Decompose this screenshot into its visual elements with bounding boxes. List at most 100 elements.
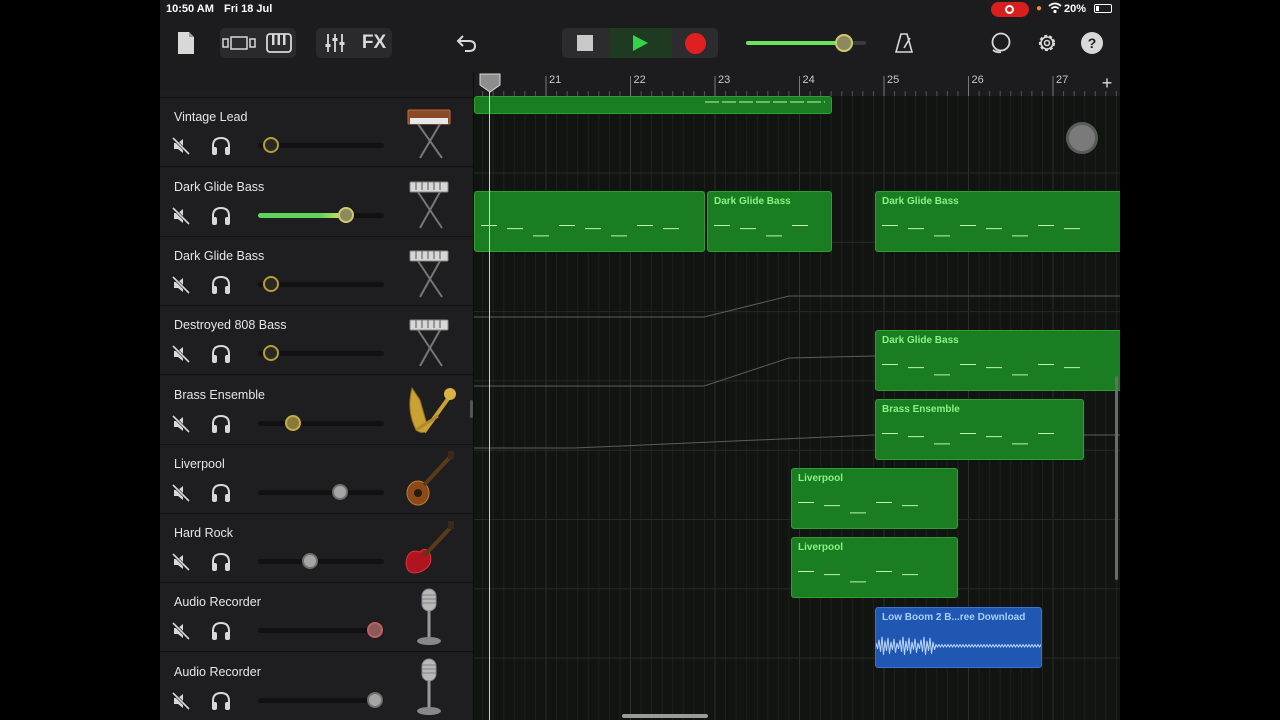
mute-icon[interactable]: [171, 483, 191, 503]
track-name: Brass Ensemble: [174, 387, 266, 402]
headphones-icon[interactable]: [210, 552, 232, 572]
midi-region[interactable]: [474, 96, 832, 114]
volume-knob[interactable]: [285, 414, 302, 431]
track-name: Audio Recorder: [174, 664, 261, 679]
midi-region[interactable]: Liverpool: [791, 537, 958, 598]
ruler-bar-number: 26: [971, 74, 984, 86]
keyboard-icon[interactable]: [264, 30, 294, 56]
automation-line: [474, 295, 1120, 318]
headphones-icon[interactable]: [210, 136, 232, 156]
headphones-icon[interactable]: [210, 275, 232, 295]
keyboard-icon[interactable]: [398, 90, 460, 93]
loop-browser-icon[interactable]: [988, 30, 1014, 56]
floating-scroll-knob[interactable]: [1066, 122, 1098, 154]
keyboard-icon[interactable]: [398, 310, 460, 370]
add-track-button[interactable]: +: [1098, 74, 1116, 92]
mixer-icon[interactable]: [322, 30, 348, 56]
track-volume-slider[interactable]: [258, 553, 384, 570]
track-volume-slider[interactable]: [258, 137, 384, 154]
headphones-icon[interactable]: [210, 691, 232, 711]
tracks-area[interactable]: Dark Glide Bass Dark Glide Bass Dark Glide…: [474, 96, 1120, 720]
volume-knob[interactable]: [301, 553, 318, 570]
volume-knob[interactable]: [331, 483, 348, 500]
undo-icon[interactable]: [454, 30, 480, 56]
headphones-icon[interactable]: [210, 206, 232, 226]
master-volume-fill: [746, 41, 845, 45]
volume-knob[interactable]: [367, 691, 384, 708]
headphones-icon[interactable]: [210, 414, 232, 434]
midi-region[interactable]: Liverpool: [791, 468, 958, 529]
metronome-icon[interactable]: [892, 30, 916, 56]
mute-icon[interactable]: [171, 206, 191, 226]
track-header[interactable]: [160, 90, 474, 98]
settings-icon[interactable]: [1034, 30, 1060, 56]
mute-icon[interactable]: [171, 136, 191, 156]
microphone-icon[interactable]: [398, 657, 460, 717]
volume-knob[interactable]: [367, 622, 384, 639]
track-volume-slider[interactable]: [258, 345, 384, 362]
wifi-icon: [1048, 2, 1062, 17]
keyboard-icon[interactable]: [398, 241, 460, 301]
play-button[interactable]: [610, 28, 672, 58]
toolbar: FX ?: [160, 22, 1120, 66]
stop-icon[interactable]: [576, 34, 594, 52]
header-resize-handle[interactable]: [470, 400, 473, 418]
track-header[interactable]: Dark Glide Bass: [160, 167, 474, 237]
headphones-icon[interactable]: [210, 344, 232, 364]
volume-knob[interactable]: [262, 345, 279, 362]
track-header[interactable]: Destroyed 808 Bass: [160, 306, 474, 376]
midi-region[interactable]: Dark Glide Bass: [875, 191, 1120, 252]
microphone-icon[interactable]: [398, 587, 460, 647]
track-volume-slider[interactable]: [258, 275, 384, 292]
mute-icon[interactable]: [171, 621, 191, 641]
master-volume-knob[interactable]: [835, 34, 854, 52]
tracks-view-icon[interactable]: [222, 30, 256, 56]
midi-notes: [714, 225, 808, 237]
track-name: Audio Recorder: [174, 595, 261, 610]
garageband-app: 10:50 AM Fri 18 Jul ● 20% FX ? 21 22 23 …: [160, 0, 1120, 720]
record-icon[interactable]: [684, 32, 706, 54]
track-header[interactable]: Dark Glide Bass: [160, 236, 474, 306]
track-volume-slider[interactable]: [258, 483, 384, 500]
track-name: Hard Rock: [174, 526, 234, 541]
midi-region[interactable]: Brass Ensemble: [875, 399, 1084, 460]
mute-icon[interactable]: [171, 691, 191, 711]
keyboard-icon[interactable]: [398, 172, 460, 232]
electric-guitar-icon[interactable]: [398, 518, 460, 578]
track-name: Dark Glide Bass: [174, 179, 265, 194]
synth-icon[interactable]: [398, 102, 460, 162]
track-header[interactable]: Hard Rock: [160, 514, 474, 584]
help-icon[interactable]: ?: [1081, 32, 1103, 54]
track-volume-slider[interactable]: [258, 622, 384, 639]
mute-icon[interactable]: [171, 552, 191, 572]
playhead-handle[interactable]: [479, 73, 501, 93]
mute-icon[interactable]: [171, 344, 191, 364]
my-songs-icon[interactable]: [174, 30, 198, 56]
track-headers: Vintage Lead Dark Glide Bass Dark Glide Ba…: [160, 90, 474, 720]
bass-guitar-icon[interactable]: [398, 449, 460, 509]
track-header[interactable]: Audio Recorder: [160, 583, 474, 653]
track-volume-slider[interactable]: [258, 414, 384, 431]
track-header[interactable]: Vintage Lead: [160, 98, 474, 168]
midi-region[interactable]: [474, 191, 705, 252]
brass-icon[interactable]: [398, 380, 460, 440]
track-header[interactable]: Brass Ensemble: [160, 375, 474, 445]
volume-knob[interactable]: [262, 137, 279, 154]
headphones-icon[interactable]: [210, 621, 232, 641]
volume-knob[interactable]: [338, 206, 355, 223]
fx-button[interactable]: FX: [358, 30, 390, 56]
timeline-ruler[interactable]: 21 22 23 24 25 26 27: [474, 72, 1120, 96]
vertical-scrollbar[interactable]: [1115, 376, 1118, 580]
midi-region[interactable]: Dark Glide Bass: [875, 330, 1120, 391]
track-header[interactable]: Audio Recorder: [160, 652, 474, 720]
mute-icon[interactable]: [171, 275, 191, 295]
headphones-icon[interactable]: [210, 483, 232, 503]
track-header[interactable]: Liverpool: [160, 444, 474, 514]
track-volume-slider[interactable]: [258, 206, 384, 223]
track-volume-slider[interactable]: [258, 691, 384, 708]
volume-knob[interactable]: [262, 275, 279, 292]
audio-region[interactable]: Low Boom 2 B...ree Download: [875, 607, 1042, 668]
master-volume-slider[interactable]: [746, 34, 866, 52]
mute-icon[interactable]: [171, 414, 191, 434]
midi-region[interactable]: Dark Glide Bass: [707, 191, 832, 252]
